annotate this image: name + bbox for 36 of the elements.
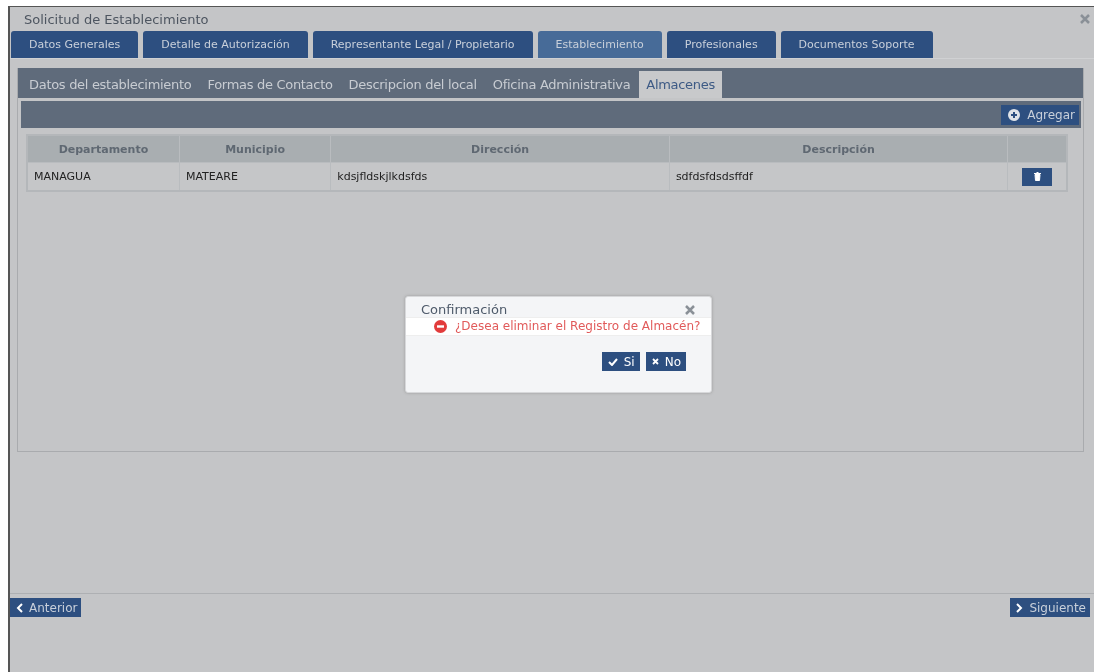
tab[interactable]: Datos Generales [11, 31, 139, 58]
check-icon [607, 357, 618, 366]
add-button[interactable]: Agregar [1001, 104, 1079, 125]
subtab[interactable]: Almacenes [639, 71, 722, 98]
column-header: Municipio [179, 135, 331, 163]
no-button[interactable]: No [645, 352, 686, 371]
tab[interactable]: Documentos Soporte [780, 31, 933, 58]
table-cell: MATEARE [179, 162, 331, 191]
yes-button[interactable]: Si [601, 352, 640, 371]
column-header: Dirección [330, 135, 670, 163]
table-cell: MANAGUA [27, 162, 180, 191]
tab[interactable]: Detalle de Autorización [143, 31, 308, 58]
plus-icon [1008, 108, 1021, 121]
close-icon [651, 358, 659, 365]
dialog-title: Confirmación [421, 302, 508, 317]
next-button[interactable]: Siguiente [1010, 598, 1090, 617]
table-cell: sdfdsfdsdsffdf [669, 162, 1008, 191]
tab[interactable]: Establecimiento [537, 31, 662, 58]
subtab[interactable]: Oficina Administrativa [485, 71, 638, 98]
subtab[interactable]: Datos del establecimiento [22, 71, 199, 98]
subtab[interactable]: Formas de Contacto [200, 71, 340, 98]
dialog-message: ¿Desea eliminar el Registro de Almacén? [455, 319, 701, 333]
trash-icon [1033, 172, 1041, 181]
column-header: Departamento [27, 135, 180, 163]
column-header: Descripción [669, 135, 1008, 163]
close-icon[interactable] [1080, 14, 1090, 24]
close-icon[interactable] [685, 304, 695, 315]
delete-button[interactable] [1022, 167, 1053, 186]
chevron-right-icon [1016, 602, 1024, 613]
subtab[interactable]: Descripcion del local [341, 71, 484, 98]
window-title: Solicitud de Establecimiento [24, 11, 209, 27]
previous-button[interactable]: Anterior [10, 598, 82, 617]
tab[interactable]: Representante Legal / Propietario [312, 31, 533, 58]
tab[interactable]: Profesionales [666, 31, 776, 58]
chevron-left-icon [16, 602, 23, 613]
table-cell: kdsjfldskjlkdsfds [330, 162, 670, 191]
